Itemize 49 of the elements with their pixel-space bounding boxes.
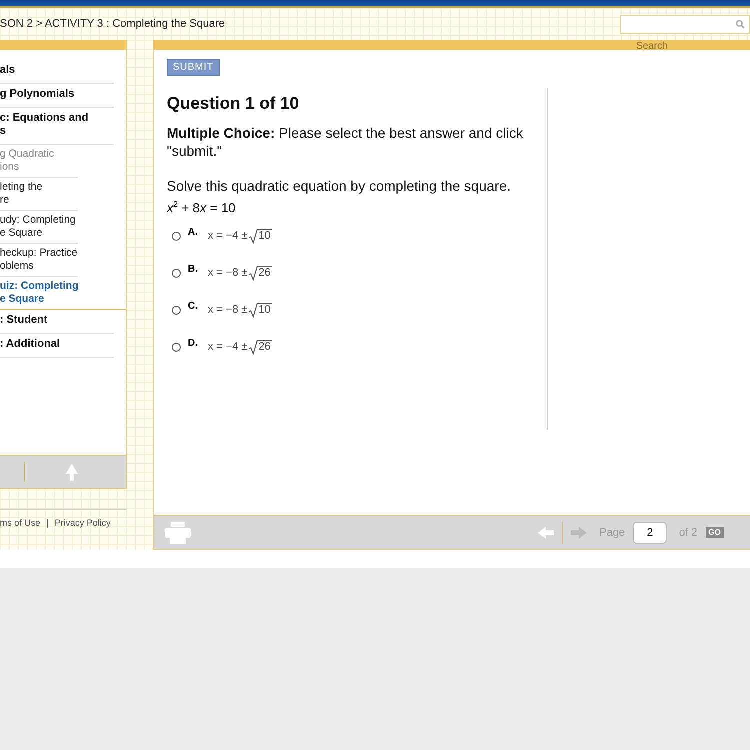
breadcrumb: SON 2 > ACTIVITY 3 : Completing the Square: [0, 18, 226, 30]
option-letter: D.: [188, 338, 199, 350]
radicand: 26: [258, 340, 272, 354]
search-field[interactable]: [620, 14, 750, 34]
radio-button[interactable]: [172, 232, 181, 241]
sidebar-item[interactable]: als: [0, 60, 114, 84]
page-label: Page: [599, 526, 626, 538]
radical-sign-icon: [248, 266, 258, 281]
equation: x$^{2}$ + 8x = 10: [167, 200, 237, 216]
answer-expression: x = −4 ±: [208, 230, 248, 242]
go-button[interactable]: GO: [706, 527, 724, 538]
up-arrow-icon[interactable]: [66, 464, 78, 480]
search-label: Search: [636, 41, 668, 52]
page-total: of 2: [679, 526, 698, 538]
radical-sign-icon: [248, 302, 258, 318]
separator: |: [46, 518, 49, 528]
back-arrow-icon[interactable]: [538, 526, 554, 538]
sidebar-item[interactable]: c: Equations and s: [0, 108, 114, 145]
printer-icon[interactable]: [165, 522, 191, 544]
sidebar-subitem[interactable]: udy: Completing e Square: [0, 211, 78, 244]
question-title: Question 1 of 10: [167, 94, 300, 114]
radical-sign-icon: [248, 228, 258, 244]
search-icon[interactable]: [736, 20, 745, 28]
radicand: 10: [258, 303, 272, 318]
radical-sign-icon: [248, 340, 258, 355]
option-letter: C.: [188, 301, 199, 312]
sidebar-subitem[interactable]: heckup: Practice oblems: [0, 244, 78, 277]
sidebar-subitem[interactable]: uiz: Completing e Square: [0, 277, 126, 310]
instructions: Multiple Choice: Please select the best answer and click "submit.": [167, 124, 524, 160]
answer-expression: x = −8 ±: [208, 304, 248, 316]
question-prompt: Solve this quadratic equation by completing the square.: [167, 178, 512, 194]
sidebar-item[interactable]: : Additional: [0, 334, 114, 358]
sidebar-item[interactable]: g Polynomials: [0, 84, 114, 108]
radicand: 10: [258, 229, 272, 244]
option-letter: A.: [188, 227, 199, 238]
sidebar-subitem[interactable]: g Quadratic ions: [0, 145, 78, 178]
radio-button[interactable]: [172, 268, 181, 278]
sidebar-item[interactable]: : Student: [0, 310, 114, 334]
page-input[interactable]: 2: [633, 522, 668, 544]
answer-expression: x = −8 ±: [208, 267, 248, 280]
radicand: 26: [258, 266, 272, 280]
radio-button[interactable]: [172, 342, 181, 352]
terms-link[interactable]: ms of Use: [0, 518, 41, 528]
forward-arrow-icon[interactable]: [571, 526, 588, 538]
privacy-link[interactable]: Privacy Policy: [54, 518, 111, 528]
sidebar-subitem[interactable]: leting the re: [0, 178, 78, 211]
option-letter: B.: [188, 264, 199, 276]
answer-expression: x = −4 ±: [208, 341, 248, 354]
radio-button[interactable]: [172, 306, 181, 315]
